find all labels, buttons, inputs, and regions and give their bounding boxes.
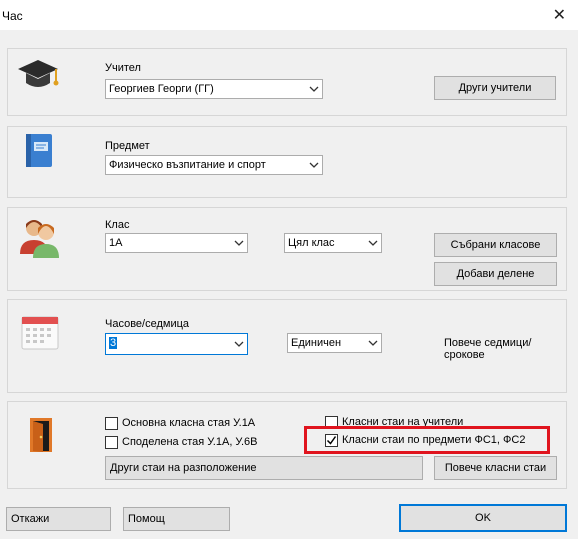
class-panel: Клас 1А Цял клас Събрани класове Добави … (7, 207, 567, 291)
more-weeks-link[interactable]: Повече седмици/срокове (444, 337, 566, 361)
other-teachers-button[interactable]: Други учители (434, 76, 556, 100)
main-room-checkbox[interactable] (105, 417, 118, 430)
calendar-icon (21, 316, 59, 350)
hours-label: Часове/седмица (105, 318, 190, 330)
teacher-label: Учител (105, 62, 141, 74)
main-room-label: Основна класна стая У.1А (122, 417, 256, 429)
shared-room-label: Споделена стая У.1А, У.6В (122, 436, 258, 448)
class-select[interactable]: 1А (105, 233, 248, 253)
users-icon (20, 220, 59, 258)
teacher-panel: Учител Георгиев Георги (ГГ) Други учител… (7, 48, 567, 116)
book-icon (26, 134, 52, 167)
add-division-button[interactable]: Добави делене (434, 262, 557, 286)
class-scope-select[interactable]: Цял клас (284, 233, 382, 253)
hours-panel: Часове/седмица 3 Единичен Повече седмици… (7, 299, 567, 393)
title-bar: Час ✕ (0, 0, 578, 30)
hours-select[interactable]: 3 (105, 333, 248, 355)
help-button[interactable]: Помощ (123, 507, 230, 531)
class-label: Клас (105, 219, 130, 231)
chevron-down-icon (309, 86, 319, 92)
cancel-button[interactable]: Откажи (6, 507, 111, 531)
teacher-select[interactable]: Георгиев Георги (ГГ) (105, 79, 323, 99)
chevron-down-icon (309, 162, 319, 168)
more-rooms-button[interactable]: Повече класни стаи (434, 456, 557, 480)
graduation-cap-icon (18, 60, 59, 87)
subject-label: Предмет (105, 140, 150, 152)
other-rooms-button[interactable]: Други стаи на разположение (105, 456, 423, 480)
shared-room-checkbox[interactable] (105, 436, 118, 449)
chevron-down-icon (234, 240, 244, 246)
chevron-down-icon (368, 340, 378, 346)
window-title: Час (2, 9, 23, 23)
door-icon (30, 418, 52, 452)
ok-button[interactable]: OK (399, 504, 567, 532)
chevron-down-icon (368, 240, 378, 246)
chevron-down-icon (234, 341, 244, 347)
subject-select[interactable]: Физическо възпитание и спорт (105, 155, 323, 175)
combined-classes-button[interactable]: Събрани класове (434, 233, 557, 257)
hours-mode-select[interactable]: Единичен (287, 333, 382, 353)
subject-panel: Предмет Физическо възпитание и спорт (7, 126, 567, 198)
close-icon[interactable]: ✕ (553, 5, 566, 25)
highlight-box (304, 426, 550, 454)
